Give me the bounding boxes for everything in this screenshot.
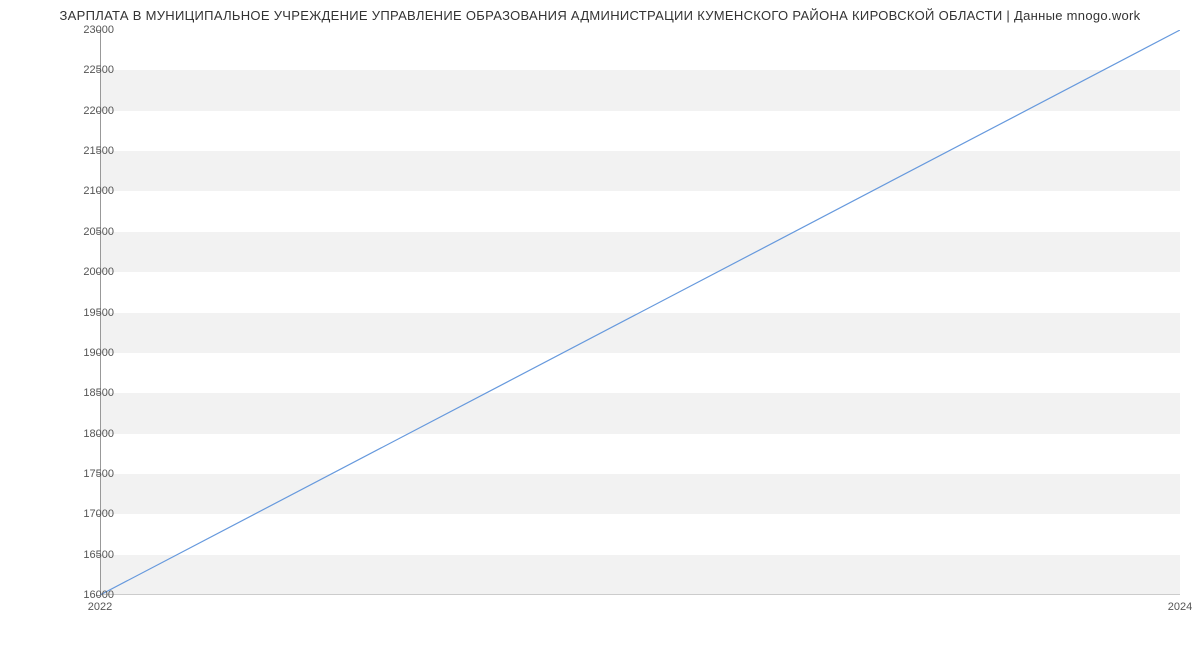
chart-container: ЗАРПЛАТА В МУНИЦИПАЛЬНОЕ УЧРЕЖДЕНИЕ УПРА… [0,0,1200,650]
y-tick-label: 17500 [64,468,114,480]
y-tick-label: 22000 [64,105,114,117]
x-tick-label: 2024 [1168,601,1192,613]
y-tick-label: 22500 [64,64,114,76]
chart-title: ЗАРПЛАТА В МУНИЦИПАЛЬНОЕ УЧРЕЖДЕНИЕ УПРА… [0,8,1200,23]
grid-band [100,151,1180,191]
y-tick-label: 18000 [64,428,114,440]
y-tick-label: 18500 [64,387,114,399]
grid-band [100,393,1180,433]
y-tick-label: 21000 [64,185,114,197]
x-axis-line [100,594,1180,595]
y-tick-label: 20500 [64,226,114,238]
grid-band [100,313,1180,353]
y-tick-label: 16500 [64,549,114,561]
grid-band [100,474,1180,514]
y-tick-label: 16000 [64,589,114,601]
grid-band [100,232,1180,272]
y-tick-label: 19000 [64,347,114,359]
y-tick-label: 17000 [64,508,114,520]
y-tick-label: 19500 [64,307,114,319]
x-tick-label: 2022 [88,601,112,613]
grid-band [100,555,1180,595]
y-tick-label: 23000 [64,24,114,36]
plot-area: 20222024 [100,30,1180,595]
grid-band [100,70,1180,110]
y-tick-label: 20000 [64,266,114,278]
y-tick-label: 21500 [64,145,114,157]
